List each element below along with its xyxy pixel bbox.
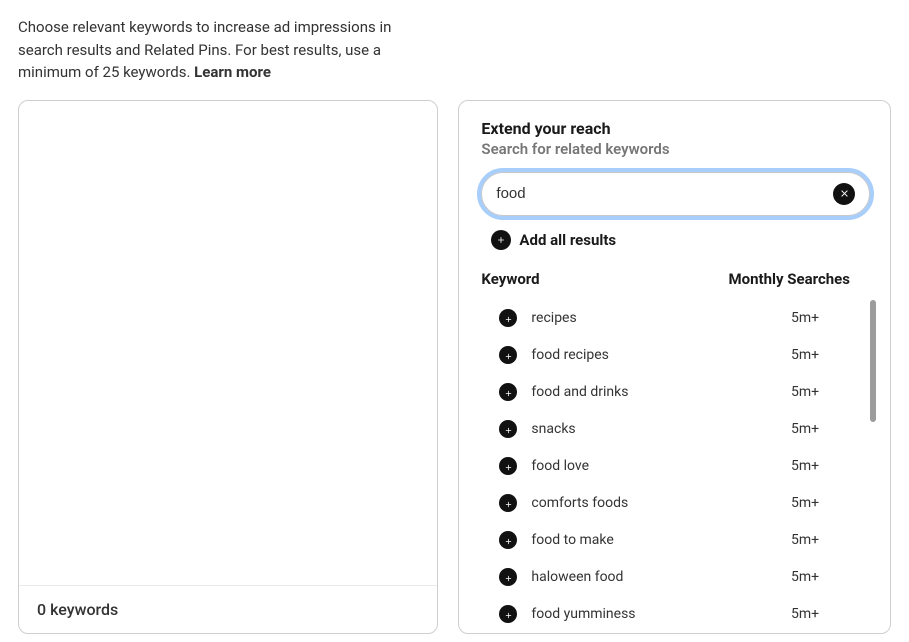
column-header-keyword: Keyword [481, 270, 539, 288]
add-keyword-button[interactable] [499, 568, 517, 586]
result-keyword: haloween food [531, 569, 760, 585]
clear-search-button[interactable] [833, 183, 855, 205]
result-searches: 5m+ [760, 384, 850, 400]
result-row: snacks5m+ [481, 411, 880, 448]
keyword-search-panel: Extend your reach Search for related key… [458, 100, 891, 634]
result-searches: 5m+ [760, 495, 850, 511]
plus-icon [504, 494, 513, 513]
result-row: food love5m+ [481, 448, 880, 485]
result-keyword: food love [531, 458, 760, 474]
selected-keywords-panel: 0 keywords [18, 100, 438, 634]
result-keyword: food recipes [531, 347, 760, 363]
result-keyword: food and drinks [531, 384, 760, 400]
plus-circle-icon [491, 230, 511, 250]
result-keyword: food yumminess [531, 606, 760, 622]
result-row: food and drinks5m+ [481, 374, 880, 411]
panel-subtitle: Search for related keywords [481, 140, 880, 158]
add-keyword-button[interactable] [499, 605, 517, 623]
result-keyword: comforts foods [531, 495, 760, 511]
add-keyword-button[interactable] [499, 494, 517, 512]
add-all-label: Add all results [519, 231, 616, 249]
result-searches: 5m+ [760, 347, 850, 363]
add-keyword-button[interactable] [499, 383, 517, 401]
results-list: recipes5m+food recipes5m+food and drinks… [481, 300, 880, 623]
add-keyword-button[interactable] [499, 346, 517, 364]
add-all-results-button[interactable]: Add all results [481, 230, 880, 250]
add-keyword-button[interactable] [499, 457, 517, 475]
result-searches: 5m+ [760, 532, 850, 548]
result-row: food yumminess5m+ [481, 596, 880, 623]
plus-icon [504, 531, 513, 550]
result-keyword: food to make [531, 532, 760, 548]
result-searches: 5m+ [760, 421, 850, 437]
close-icon [839, 184, 850, 203]
result-row: food to make5m+ [481, 522, 880, 559]
search-field-wrapper[interactable] [481, 172, 870, 216]
plus-icon [504, 383, 513, 402]
learn-more-link[interactable]: Learn more [194, 63, 271, 81]
result-row: comforts foods5m+ [481, 485, 880, 522]
instruction-text: Choose relevant keywords to increase ad … [18, 16, 438, 84]
plus-icon [504, 605, 513, 623]
plus-icon [504, 309, 513, 328]
result-searches: 5m+ [760, 310, 850, 326]
results-header: Keyword Monthly Searches [481, 270, 880, 288]
plus-icon [504, 457, 513, 476]
result-searches: 5m+ [760, 458, 850, 474]
result-searches: 5m+ [760, 606, 850, 622]
selected-keywords-body [19, 101, 437, 585]
selected-keywords-count: 0 keywords [19, 585, 437, 633]
column-header-searches: Monthly Searches [729, 270, 850, 288]
result-row: haloween food5m+ [481, 559, 880, 596]
result-keyword: snacks [531, 421, 760, 437]
panel-title: Extend your reach [481, 119, 880, 138]
plus-icon [504, 346, 513, 365]
result-row: recipes5m+ [481, 300, 880, 337]
add-keyword-button[interactable] [499, 420, 517, 438]
result-row: food recipes5m+ [481, 337, 880, 374]
plus-icon [504, 568, 513, 587]
add-keyword-button[interactable] [499, 309, 517, 327]
result-keyword: recipes [531, 310, 760, 326]
add-keyword-button[interactable] [499, 531, 517, 549]
result-searches: 5m+ [760, 569, 850, 585]
plus-icon [504, 420, 513, 439]
search-input[interactable] [496, 185, 833, 202]
scrollbar-thumb[interactable] [870, 300, 876, 422]
